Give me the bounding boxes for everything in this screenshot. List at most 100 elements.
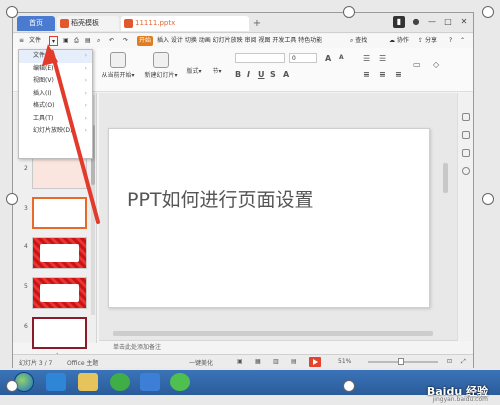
explorer-icon[interactable]	[78, 373, 98, 391]
editor-horizontal-scrollbar[interactable]	[113, 331, 433, 336]
resize-handle[interactable]	[6, 6, 18, 18]
slide-editor: PPT如何进行页面设置	[99, 93, 457, 341]
maximize-button[interactable]: □	[443, 16, 453, 28]
resize-handle[interactable]	[6, 193, 18, 205]
account-icon[interactable]: ▮	[393, 16, 405, 28]
layout-button[interactable]: 版式▾	[183, 66, 205, 75]
font-name-select[interactable]	[235, 53, 285, 63]
print-icon[interactable]: ▤	[85, 36, 91, 46]
play-from-current-button[interactable]: 从当前开始▾	[101, 52, 135, 79]
notes-area[interactable]: 单击此处添加备注	[99, 340, 457, 354]
collab-button[interactable]: ☁ 协作	[389, 36, 409, 46]
current-slide[interactable]: PPT如何进行页面设置	[108, 128, 430, 308]
menu-row: ≡ 文件 ▾ ▣ ⎙ ▤ ⌕ ↶ ↷ 开始 插入 设计 切换 动画 幻灯片放映 …	[13, 34, 473, 48]
bullet-list-icon[interactable]: ☰	[363, 54, 370, 63]
fullscreen-icon[interactable]: ⤢	[461, 358, 466, 366]
decrease-font-icon[interactable]: A	[339, 54, 344, 61]
avatar[interactable]: ●	[411, 16, 421, 28]
fit-window-icon[interactable]: ⊡	[447, 358, 452, 365]
format-painter-icon[interactable]: ⌕	[97, 36, 100, 46]
tab-document[interactable]: 11111.pptx	[121, 16, 249, 31]
align-right-icon[interactable]: ≡	[395, 70, 402, 79]
wps-writer-icon[interactable]	[140, 373, 160, 391]
menu-item-tools[interactable]: 工具(T) ›	[19, 113, 92, 126]
shadow-button[interactable]: S	[270, 70, 276, 79]
tab-bar: 首页 稻壳模板 11111.pptx + ▮ ● — □ ✕	[13, 13, 473, 33]
slide-position: 幻灯片 3 / 7	[19, 360, 53, 367]
resize-handle[interactable]	[482, 6, 494, 18]
undo-icon[interactable]: ↶	[109, 36, 114, 46]
submenu-arrow-icon: ›	[84, 64, 87, 72]
sorter-view-icon[interactable]: ▦	[255, 358, 261, 365]
slide-layout-icon[interactable]: ▤	[291, 358, 297, 365]
slide-thumbnail-4[interactable]	[32, 237, 87, 269]
share-label: 分享	[424, 37, 437, 44]
slide-thumbnail-2[interactable]	[32, 157, 87, 189]
redo-icon[interactable]: ↷	[123, 36, 128, 46]
increase-font-icon[interactable]: A	[325, 54, 331, 63]
menu-item-format[interactable]: 格式(O) ›	[19, 100, 92, 113]
backup-icon[interactable]	[462, 167, 470, 175]
shapes-icon[interactable]: ◇	[433, 60, 439, 69]
animation-pane-icon[interactable]	[462, 131, 470, 139]
font-color-button[interactable]: A	[283, 70, 289, 79]
tab-template[interactable]: 稻壳模板	[57, 16, 119, 31]
close-button[interactable]: ✕	[459, 16, 469, 28]
menu-item-view[interactable]: 视图(V) ›	[19, 75, 92, 88]
editor-vertical-scrollbar[interactable]	[443, 163, 448, 193]
zoom-slider-handle[interactable]	[398, 358, 404, 365]
save-icon[interactable]: ▣	[63, 36, 69, 46]
file-menu-button[interactable]: 文件	[29, 36, 41, 46]
ie-icon[interactable]	[46, 373, 66, 391]
slideshow-play-button[interactable]	[309, 357, 321, 367]
resize-handle[interactable]	[343, 380, 355, 392]
slide-thumbnail-5[interactable]	[32, 277, 87, 309]
wechat-icon[interactable]	[170, 373, 190, 391]
slide-thumbnail-6[interactable]	[32, 317, 87, 349]
ribbon-tabs[interactable]: 插入 设计 切换 动画 幻灯片放映 审阅 视图 开发工具 特色功能	[157, 36, 345, 46]
thumb-number: 2	[24, 165, 28, 172]
menu-item-label: 文件(F)	[33, 52, 54, 59]
normal-view-icon[interactable]: ▣	[237, 358, 243, 365]
beautify-button[interactable]: 一键美化	[189, 358, 213, 367]
reading-view-icon[interactable]: ▥	[273, 358, 279, 365]
object-properties-icon[interactable]	[462, 113, 470, 121]
collapse-ribbon-icon[interactable]: ⌃	[460, 36, 465, 46]
360-browser-icon[interactable]	[110, 373, 130, 391]
slide-title[interactable]: PPT如何进行页面设置	[127, 185, 314, 212]
bold-button[interactable]: B	[235, 70, 241, 79]
menu-item-edit[interactable]: 编辑(E) ›	[19, 63, 92, 76]
file-dropdown-toggle[interactable]: ▾	[49, 36, 58, 46]
submenu-arrow-icon: ›	[84, 114, 87, 122]
section-button[interactable]: 节▾	[207, 66, 227, 75]
minimize-button[interactable]: —	[427, 16, 437, 28]
text-box-icon[interactable]: ▭	[413, 60, 421, 69]
align-left-icon[interactable]: ≡	[363, 70, 370, 79]
tab-start[interactable]: 开始	[137, 36, 154, 46]
italic-button[interactable]: I	[247, 70, 250, 79]
slide-thumbnail-3[interactable]	[32, 197, 87, 229]
horizontal-scrollbar-knob[interactable]	[113, 331, 433, 336]
font-size-select[interactable]: 0	[289, 53, 317, 63]
print-preview-icon[interactable]: ⎙	[74, 36, 79, 46]
underline-button[interactable]: U	[258, 70, 265, 79]
resize-handle[interactable]	[343, 6, 355, 18]
hamburger-icon[interactable]: ≡	[19, 36, 24, 46]
menu-item-file[interactable]: 文件(F) ›	[19, 50, 92, 63]
resize-handle[interactable]	[482, 193, 494, 205]
zoom-level[interactable]: 51%	[338, 358, 351, 365]
share-button[interactable]: ⇪ 分享	[418, 36, 437, 46]
search-button[interactable]: ⌕ 查找	[350, 36, 367, 46]
menu-item-insert[interactable]: 插入(I) ›	[19, 88, 92, 101]
transition-pane-icon[interactable]	[462, 149, 470, 157]
watermark-url: jingyan.baidu.com	[432, 396, 488, 403]
numbered-list-icon[interactable]: ☰	[379, 54, 386, 63]
new-tab-button[interactable]: +	[251, 16, 263, 31]
align-center-icon[interactable]: ≡	[379, 70, 386, 79]
new-slide-button[interactable]: 新建幻灯片▾	[143, 52, 179, 79]
menu-item-slideshow[interactable]: 幻灯片放映(D) ›	[19, 125, 92, 138]
help-icon[interactable]: ?	[449, 36, 452, 46]
resize-handle[interactable]	[6, 380, 18, 392]
tab-home[interactable]: 首页	[17, 16, 55, 31]
status-bar: 幻灯片 3 / 7 Office 主题 一键美化 ▣ ▦ ▥ ▤ 51% ⊡ ⤢	[13, 354, 473, 368]
